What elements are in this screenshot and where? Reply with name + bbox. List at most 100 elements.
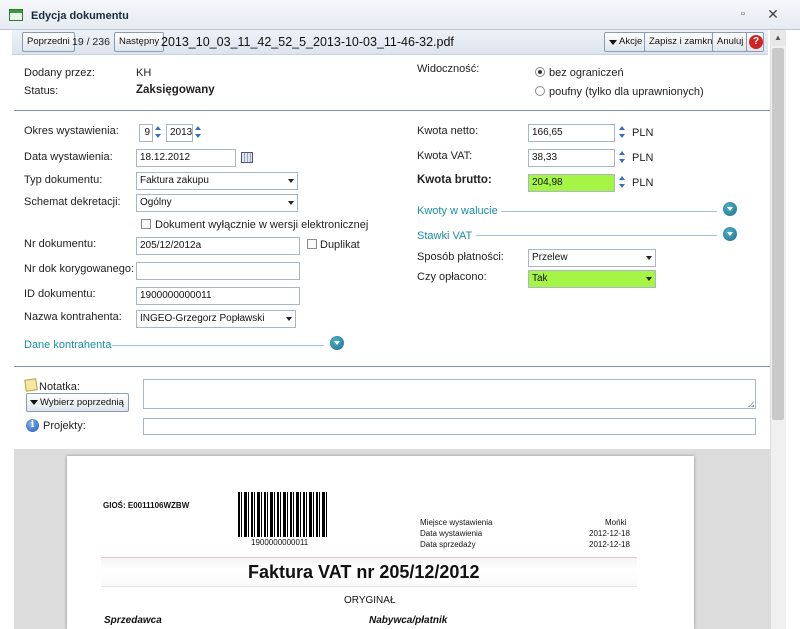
doc-original: ORYGINAŁ <box>344 595 396 606</box>
header-divider <box>14 110 770 111</box>
doc-seller: Sprzedawca <box>104 615 162 626</box>
correction-label: Nr dok korygowanego: <box>24 263 135 275</box>
visibility-label: Widoczność: <box>417 63 480 75</box>
help-button[interactable]: ? <box>746 32 764 52</box>
chevron-down-icon <box>288 201 294 205</box>
close-icon[interactable]: ✕ <box>766 7 780 21</box>
doc-barcode-number: 1900000000011 <box>251 538 309 547</box>
visibility-unrestricted-radio[interactable] <box>535 67 545 77</box>
scheme-label: Schemat dekretacji: <box>24 196 121 208</box>
visibility-confidential-radio[interactable] <box>535 86 545 96</box>
save-close-button[interactable]: Zapisz i zamknij <box>644 32 722 52</box>
vat-stepper[interactable] <box>619 150 627 166</box>
contractor-section-line <box>112 345 324 346</box>
vat-currency: PLN <box>632 152 654 164</box>
issue-date-label: Data wystawienia: <box>24 151 113 163</box>
vat-rates-section-link[interactable]: Stawki VAT <box>417 230 472 242</box>
maximize-icon[interactable]: ▫ <box>736 7 750 21</box>
gross-stepper[interactable] <box>619 175 627 191</box>
doc-id-label: ID dokumentu: <box>24 288 96 300</box>
scroll-up-icon[interactable]: ▲ <box>770 30 786 46</box>
contractor-value: INGEO-Grzegorz Popławski <box>140 313 265 324</box>
chevron-down-icon <box>646 277 652 281</box>
choose-previous-note-label: Wybierz poprzednią <box>40 397 124 408</box>
info-icon: i <box>26 419 39 432</box>
issue-date-input[interactable]: 18.12.2012 <box>136 149 236 167</box>
correction-input[interactable] <box>136 262 300 280</box>
doc-number-input[interactable]: 205/12/2012a <box>136 237 300 255</box>
paid-value: Tak <box>532 273 548 284</box>
vat-rates-section-line <box>476 235 717 236</box>
paid-select[interactable]: Tak <box>528 270 656 288</box>
expand-foreign-currency-icon[interactable] <box>723 202 737 216</box>
period-month-input[interactable]: 9 <box>139 124 153 142</box>
doc-gios-code: GIOŚ: E0011106WZBW <box>103 501 190 510</box>
duplicate-label: Duplikat <box>320 239 360 251</box>
payment-method-select[interactable]: Przelew <box>528 249 656 267</box>
chevron-down-icon <box>288 179 294 183</box>
period-month-stepper[interactable] <box>155 125 163 141</box>
gross-label: Kwota brutto: <box>417 174 492 186</box>
doc-id-input[interactable]: 1900000000011 <box>136 287 300 305</box>
chevron-down-icon <box>609 40 617 45</box>
period-label: Okres wystawienia: <box>24 125 119 137</box>
document-page: GIOŚ: E0011106WZBW 1900000000011 Miejsce… <box>67 456 694 629</box>
doc-type-value: Faktura zakupu <box>140 175 209 186</box>
choose-previous-note-button[interactable]: Wybierz poprzednią <box>26 393 129 412</box>
doc-buyer: Nabywca/płatnik <box>369 615 448 626</box>
payment-method-value: Przelew <box>532 252 568 263</box>
actions-button[interactable]: Akcje <box>604 32 648 52</box>
note-label: Notatka: <box>39 381 80 393</box>
expand-contractor-icon[interactable] <box>330 336 344 350</box>
scrollbar-thumb[interactable] <box>772 48 784 420</box>
scheme-select[interactable]: Ogólny <box>136 194 298 212</box>
doc-number-label: Nr dokumentu: <box>24 238 97 250</box>
expand-vat-rates-icon[interactable] <box>723 227 737 241</box>
contractor-label: Nazwa kontrahenta: <box>24 311 122 323</box>
net-currency: PLN <box>632 127 654 139</box>
foreign-currency-section-link[interactable]: Kwoty w walucie <box>417 205 498 217</box>
doc-invoice-title: Faktura VAT nr 205/12/2012 <box>248 562 480 582</box>
net-label: Kwota netto: <box>417 125 479 137</box>
next-button[interactable]: Następny <box>114 32 165 52</box>
period-year-input[interactable]: 2013 <box>166 124 193 142</box>
electronic-only-label: Dokument wyłącznie w wersji elektroniczn… <box>155 219 369 231</box>
added-by-value: KH <box>136 67 152 79</box>
projects-input[interactable] <box>143 418 756 435</box>
form-window-icon <box>9 9 23 21</box>
note-textarea[interactable] <box>143 379 756 409</box>
doc-sale-value: 2012-12-18 <box>589 540 630 549</box>
window-frame <box>786 30 800 629</box>
scheme-value: Ogólny <box>140 197 172 208</box>
net-stepper[interactable] <box>619 125 627 141</box>
doc-issue-value: 2012-12-18 <box>589 529 630 538</box>
vat-input[interactable]: 38,33 <box>528 149 615 167</box>
net-input[interactable]: 166,65 <box>528 124 615 142</box>
duplicate-checkbox[interactable] <box>307 239 317 249</box>
doc-type-select[interactable]: Faktura zakupu <box>136 172 298 190</box>
foreign-currency-section-line <box>501 211 717 212</box>
pager-counter: 19 / 236 <box>72 36 110 48</box>
status-value: Zaksięgowany <box>136 84 215 96</box>
visibility-unrestricted-label: bez ograniczeń <box>549 67 624 79</box>
contractor-select[interactable]: INGEO-Grzegorz Popławski <box>136 310 296 328</box>
status-label: Status: <box>24 85 59 97</box>
resize-grip-icon[interactable] <box>748 401 754 407</box>
gross-input[interactable]: 204,98 <box>528 174 615 192</box>
note-icon <box>24 378 38 392</box>
vat-label: Kwota VAT: <box>417 150 473 162</box>
electronic-only-checkbox[interactable] <box>141 219 151 229</box>
barcode-image <box>238 492 328 537</box>
calendar-icon[interactable] <box>241 152 253 163</box>
period-year-stepper[interactable] <box>195 125 203 141</box>
contractor-section-link[interactable]: Dane kontrahenta <box>24 339 111 351</box>
cancel-button[interactable]: Anuluj <box>712 32 749 52</box>
gross-currency: PLN <box>632 177 654 189</box>
window-title: Edycja dokumentu <box>31 10 129 22</box>
chevron-down-icon <box>30 400 38 405</box>
doc-type-label: Typ dokumentu: <box>24 174 103 186</box>
previous-button[interactable]: Poprzedni <box>22 32 75 52</box>
form-divider <box>14 366 770 367</box>
document-toolbar: Poprzedni 19 / 236 Następny 2013_10_03_1… <box>12 30 768 55</box>
doc-place-value: Mońki <box>605 518 627 527</box>
